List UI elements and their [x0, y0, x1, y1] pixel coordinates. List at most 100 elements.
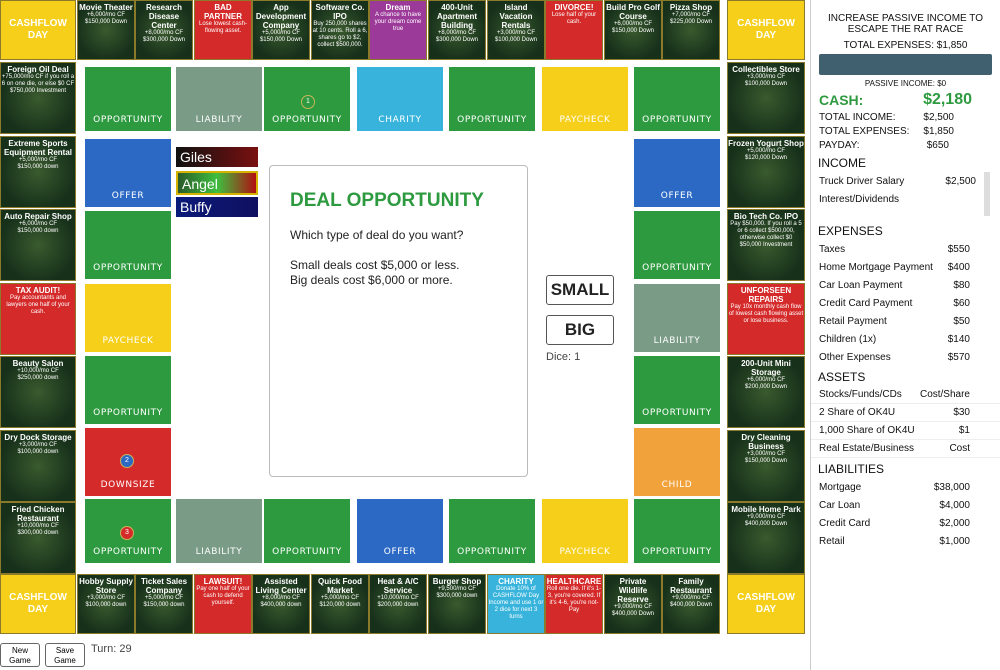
expense-row: Car Loan Payment $80 — [811, 276, 1000, 294]
inner-top-opportunity-4[interactable]: OPPORTUNITY — [448, 66, 536, 132]
player-angel[interactable]: Angel — [176, 171, 258, 195]
bottom-square-hobby-supply-store[interactable]: Hobby Supply Store +3,000/mo CF $100,000 … — [77, 574, 135, 634]
inner-left-paycheck-2[interactable]: PAYCHECK — [84, 283, 172, 353]
left-square-dry-dock-storage[interactable]: Dry Dock Storage +3,000/mo CF $100,000 do… — [0, 430, 76, 502]
inner-top-paycheck-5[interactable]: PAYCHECK — [541, 66, 629, 132]
asset-value: $30 — [953, 407, 970, 418]
square-subtext: +7,000/mo CF $225,000 Down — [669, 12, 713, 25]
corner-cashflow-day-tr[interactable]: CASHFLOW DAY — [727, 0, 805, 60]
bottom-square-healthcare[interactable]: HEALTHCARE Roll one die. If it's 1-3, you… — [545, 574, 603, 634]
corner-cashflow-day-tl[interactable]: CASHFLOW DAY — [0, 0, 76, 60]
inner-bottom-opportunity-2[interactable]: OPPORTUNITY — [263, 498, 351, 564]
left-square-extreme-sports-equipment-rental[interactable]: Extreme Sports Equipment Rental +5,000/mo… — [0, 136, 76, 208]
top-square-movie-theater[interactable]: Movie Theater +6,000/mo CF $150,000 Down — [77, 0, 135, 60]
square-subtext: +10,000/mo CF $300,000 down — [17, 523, 59, 536]
inner-right-offer-0[interactable]: OFFER — [633, 138, 721, 208]
player-giles[interactable]: Giles — [176, 147, 258, 167]
inner-right-child-4[interactable]: CHILD — [633, 427, 721, 497]
top-square-bad-partner[interactable]: BAD PARTNER Lose lowest cash-flowing asse… — [194, 0, 252, 60]
right-square-200-unit-mini-storage[interactable]: 200-Unit Mini Storage +6,000/mo CF $200,0… — [727, 356, 805, 428]
right-square-frozen-yogurt-shop[interactable]: Frozen Yogurt Shop +5,000/mo CF $120,000 … — [727, 136, 805, 208]
top-square-software-co-ipo[interactable]: Software Co. IPO Buy 250,000 shares at 10… — [311, 0, 369, 60]
inner-left-opportunity-1[interactable]: OPPORTUNITY — [84, 210, 172, 280]
income-item-label: Truck Driver Salary — [819, 175, 905, 187]
new-game-button[interactable]: New Game — [0, 643, 40, 667]
card-title: DEAL OPPORTUNITY — [290, 190, 484, 211]
inner-left-opportunity-3[interactable]: OPPORTUNITY — [84, 355, 172, 425]
inner-bottom-opportunity-6[interactable]: OPPORTUNITY — [633, 498, 721, 564]
square-title: Dream — [385, 3, 411, 12]
square-title: Private Wildlife Reserve — [617, 577, 649, 604]
asset-value: $1 — [958, 425, 970, 436]
square-subtext: +75,000/mo CF if you roll a 6 on one die… — [1, 74, 75, 94]
bottom-square-family-restaurant[interactable]: Family Restaurant +9,000/mo CF $400,000 D… — [662, 574, 720, 634]
bottom-square-heat-a-c-service[interactable]: Heat & A/C Service +10,000/mo CF $200,000… — [369, 574, 427, 634]
corner-cashflow-day-bl[interactable]: CASHFLOW DAY — [0, 574, 76, 634]
left-square-fried-chicken-restaurant[interactable]: Fried Chicken Restaurant +10,000/mo CF $3… — [0, 502, 76, 574]
inner-top-charity-3[interactable]: CHARITY — [356, 66, 444, 132]
expense-value: $570 — [947, 351, 970, 363]
inner-top-opportunity-0[interactable]: OPPORTUNITY — [84, 66, 172, 132]
top-square-divorce[interactable]: DIVORCE! Lose half of your cash. — [545, 0, 603, 60]
bottom-square-lawsuit[interactable]: LAWSUIT! Pay one half of your cash to def… — [194, 574, 252, 634]
top-square-dream[interactable]: Dream A chance to have your dream come tr… — [369, 0, 427, 60]
financial-statement-panel: INCREASE PASSIVE INCOME TO ESCAPE THE RA… — [810, 0, 1000, 670]
top-square-research-disease-center[interactable]: Research Disease Center +8,000/mo CF $300… — [135, 0, 193, 60]
space-label: OPPORTUNITY — [457, 115, 527, 125]
square-title: Auto Repair Shop — [4, 212, 72, 221]
bottom-square-assisted-living-center[interactable]: Assisted Living Center +8,000/mo CF $400,… — [252, 574, 310, 634]
top-square-island-vacation-rentals[interactable]: Island Vacation Rentals +3,000/mo CF $100… — [487, 0, 545, 60]
card-small-cost: Small deals cost $5,000 or less. — [290, 258, 460, 272]
inner-bottom-offer-3[interactable]: OFFER — [356, 498, 444, 564]
right-square-dry-cleaning-business[interactable]: Dry Cleaning Business +3,000/mo CF $150,0… — [727, 430, 805, 502]
inner-left-offer-0[interactable]: OFFER — [84, 138, 172, 208]
inner-top-opportunity-6[interactable]: OPPORTUNITY — [633, 66, 721, 132]
left-square-foreign-oil-deal[interactable]: Foreign Oil Deal +75,000/mo CF if you rol… — [0, 62, 76, 134]
square-title: App Development Company — [255, 3, 307, 30]
bottom-square-ticket-sales-company[interactable]: Ticket Sales Company +5,000/mo CF $150,00… — [135, 574, 193, 634]
inner-right-opportunity-3[interactable]: OPPORTUNITY — [633, 355, 721, 425]
right-square-bio-tech-co-ipo[interactable]: Bio Tech Co. IPO Pay $50,000. If you roll… — [727, 209, 805, 281]
square-subtext: +3,000/mo CF $100,000 Down — [494, 30, 538, 43]
square-subtext: +10,000/mo CF $200,000 down — [377, 595, 419, 608]
inner-bottom-paycheck-5[interactable]: PAYCHECK — [541, 498, 629, 564]
inner-right-opportunity-1[interactable]: OPPORTUNITY — [633, 210, 721, 280]
top-square-app-development-company[interactable]: App Development Company +5,000/mo CF $150… — [252, 0, 310, 60]
square-title: Island Vacation Rentals — [499, 3, 533, 30]
square-title: Dry Dock Storage — [4, 433, 72, 442]
top-square-400-unit-apartment-building[interactable]: 400-Unit Apartment Building +8,000/mo CF … — [428, 0, 486, 60]
inner-bottom-opportunity-4[interactable]: OPPORTUNITY — [448, 498, 536, 564]
right-square-mobile-home-park[interactable]: Mobile Home Park +9,000/mo CF $400,000 Do… — [727, 502, 805, 574]
small-deal-button[interactable]: SMALL — [546, 275, 614, 305]
square-subtext: +5,000/mo CF $150,000 down — [143, 595, 185, 608]
inner-right-liability-2[interactable]: LIABILITY — [633, 283, 721, 353]
right-square-collectibles-store[interactable]: Collectibles Store +3,000/mo CF $100,000 … — [727, 62, 805, 134]
right-square-unforseen-repairs[interactable]: UNFORSEEN REPAIRS Pay 10x monthly cash fl… — [727, 283, 805, 355]
space-label: OPPORTUNITY — [93, 115, 163, 125]
square-subtext: +8,000/mo CF $400,000 down — [260, 595, 302, 608]
expense-label: Home Mortgage Payment — [819, 261, 933, 273]
inner-bottom-liability-1[interactable]: LIABILITY — [175, 498, 263, 564]
corner-cashflow-day-br[interactable]: CASHFLOW DAY — [727, 574, 805, 634]
bottom-square-burger-shop[interactable]: Burger Shop +9,500/mo CF $300,000 down — [428, 574, 486, 634]
left-square-auto-repair-shop[interactable]: Auto Repair Shop +6,000/mo CF $150,000 do… — [0, 209, 76, 281]
top-square-build-pro-golf-course[interactable]: Build Pro Golf Course +6,000/mo CF $150,0… — [604, 0, 662, 60]
card-big-cost: Big deals cost $6,000 or more. — [290, 273, 453, 287]
asset-row: 2 Share of OK4U $30 — [811, 404, 1000, 422]
inner-top-liability-1[interactable]: LIABILITY — [175, 66, 263, 132]
left-square-beauty-salon[interactable]: Beauty Salon +10,000/mo CF $250,000 down — [0, 356, 76, 428]
space-label: PAYCHECK — [102, 336, 154, 346]
left-square-tax-audit[interactable]: TAX AUDIT! Pay accountants and lawyers on… — [0, 283, 76, 355]
liability-row: Mortgage $38,000 — [811, 478, 1000, 496]
square-subtext: +6,000/mo CF $150,000 Down — [611, 21, 655, 34]
income-header: INCOME — [818, 156, 866, 170]
player-buffy[interactable]: Buffy — [176, 197, 258, 217]
save-game-button[interactable]: Save Game — [45, 643, 85, 667]
big-deal-button[interactable]: BIG — [546, 315, 614, 345]
bottom-square-charity[interactable]: CHARITY Donate 10% of CASHFLOW Day Income… — [487, 574, 545, 634]
bottom-square-quick-food-market[interactable]: Quick Food Market +5,000/mo CF $120,000 d… — [311, 574, 369, 634]
income-list[interactable]: Truck Driver Salary $2,500 Interest/Divid… — [811, 172, 990, 216]
top-square-pizza-shop[interactable]: Pizza Shop +7,000/mo CF $225,000 Down — [662, 0, 720, 60]
bottom-square-private-wildlife-reserve[interactable]: Private Wildlife Reserve +9,000/mo CF $40… — [604, 574, 662, 634]
square-title: Pizza Shop — [669, 3, 713, 12]
